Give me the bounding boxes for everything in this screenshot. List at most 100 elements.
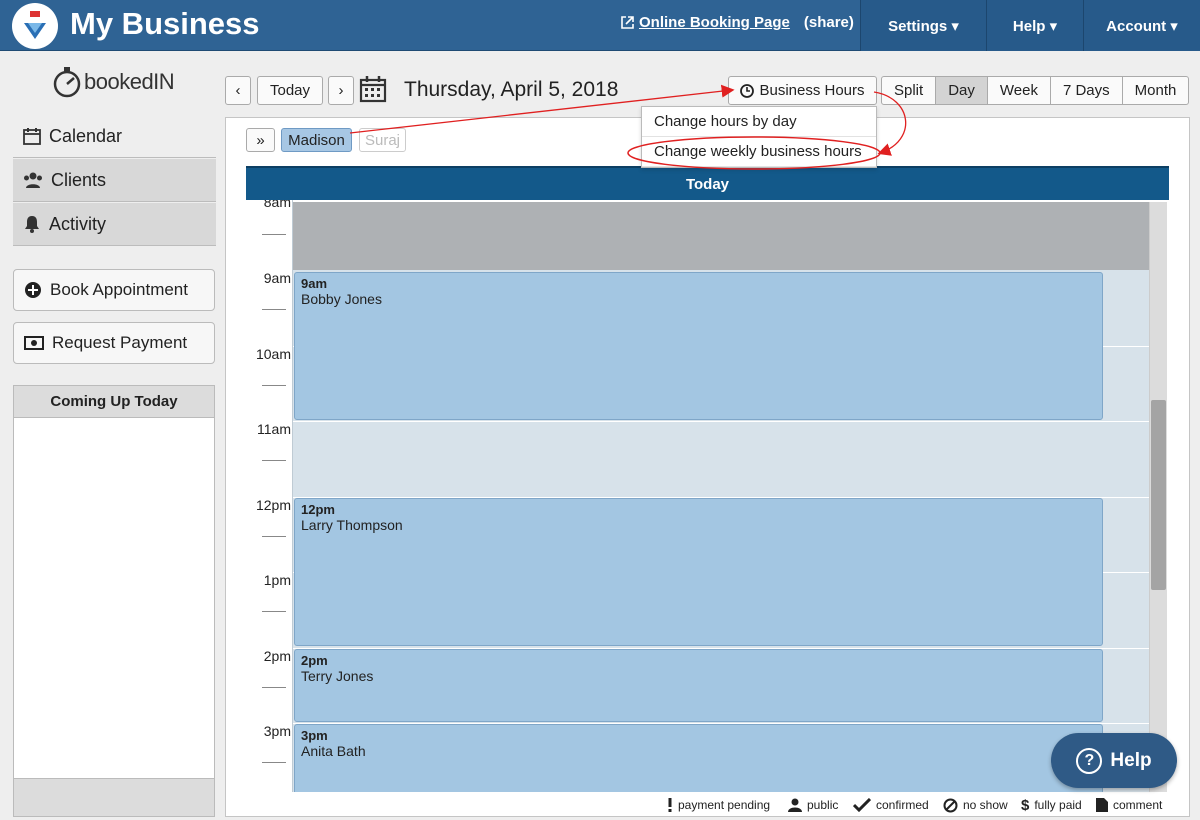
sidebar-item-clients[interactable]: Clients bbox=[13, 159, 216, 202]
person-icon bbox=[788, 798, 802, 812]
external-link-icon bbox=[621, 16, 634, 29]
appointment-time: 3pm bbox=[301, 728, 328, 743]
legend-label: payment pending bbox=[678, 798, 771, 812]
legend-fully-paid: $ fully paid bbox=[1021, 796, 1082, 814]
half-hour-tick bbox=[262, 611, 286, 612]
comment-icon bbox=[1096, 798, 1108, 812]
business-hours-button[interactable]: Business Hours bbox=[728, 76, 877, 105]
request-payment-label: Request Payment bbox=[52, 333, 188, 352]
scrollbar-thumb[interactable] bbox=[1151, 400, 1166, 590]
next-day-button[interactable]: › bbox=[328, 76, 354, 105]
calendar-icon bbox=[23, 128, 41, 145]
calendar-grid: 8am 9am 10am 11am 12pm 1pm 2pm 3pm 9am B… bbox=[246, 200, 1169, 792]
legend-public: public bbox=[788, 797, 838, 813]
view-week[interactable]: Week bbox=[988, 77, 1051, 104]
appointment-time: 12pm bbox=[301, 502, 335, 517]
calendar-column-header: Today bbox=[246, 166, 1169, 200]
sidebar-label-clients: Clients bbox=[51, 169, 107, 190]
calendar-scrollbar[interactable] bbox=[1149, 202, 1167, 792]
hour-label: 3pm bbox=[263, 723, 291, 739]
top-bar: My Business Online Booking Page (share) … bbox=[0, 0, 1200, 51]
question-icon: ? bbox=[1076, 747, 1103, 774]
hour-label: 11am bbox=[257, 421, 291, 437]
help-chat-label: Help bbox=[1110, 749, 1152, 771]
view-split[interactable]: Split bbox=[882, 77, 937, 104]
check-icon bbox=[853, 798, 871, 812]
hour-label: 1pm bbox=[263, 572, 291, 588]
expand-staff-button[interactable]: » bbox=[246, 128, 275, 152]
change-hours-by-day[interactable]: Change hours by day bbox=[642, 107, 876, 137]
change-weekly-business-hours[interactable]: Change weekly business hours bbox=[642, 137, 876, 167]
online-booking-link[interactable]: Online Booking Page bbox=[639, 14, 790, 31]
date-picker-icon[interactable] bbox=[359, 75, 387, 108]
sidebar-label-calendar: Calendar bbox=[49, 125, 123, 146]
help-menu[interactable]: Help ▾ bbox=[986, 0, 1083, 51]
half-hour-tick bbox=[262, 762, 286, 763]
legend-payment-pending: payment pending bbox=[667, 797, 770, 813]
coming-up-footer bbox=[14, 778, 214, 816]
today-button[interactable]: Today bbox=[257, 76, 323, 105]
legend-no-show: no show bbox=[943, 797, 1008, 813]
request-payment-button[interactable]: Request Payment bbox=[13, 322, 215, 364]
view-7-days[interactable]: 7 Days bbox=[1051, 77, 1123, 104]
business-logo[interactable] bbox=[12, 3, 58, 49]
appointment-client: Bobby Jones bbox=[301, 291, 382, 307]
current-date: Thursday, April 5, 2018 bbox=[404, 78, 619, 101]
account-menu[interactable]: Account ▾ bbox=[1083, 0, 1200, 51]
legend-comment: comment bbox=[1096, 797, 1162, 813]
appointment-anita-bath[interactable]: 3pm Anita Bath bbox=[294, 724, 1103, 792]
book-appointment-label: Book Appointment bbox=[50, 280, 188, 299]
dollar-icon: $ bbox=[1021, 796, 1030, 814]
half-hour-tick bbox=[262, 460, 286, 461]
coming-up-title: Coming Up Today bbox=[14, 386, 214, 418]
half-hour-tick bbox=[262, 309, 286, 310]
share-link[interactable]: (share) bbox=[804, 14, 854, 31]
bell-icon bbox=[25, 216, 39, 233]
users-icon bbox=[24, 172, 42, 188]
stopwatch-icon bbox=[53, 67, 81, 98]
money-icon bbox=[24, 336, 44, 350]
appointment-time: 2pm bbox=[301, 653, 328, 668]
hour-label: 2pm bbox=[263, 648, 291, 664]
online-booking-page: Online Booking Page (share) bbox=[620, 14, 854, 31]
hour-line bbox=[293, 421, 1149, 422]
half-hour-tick bbox=[262, 687, 286, 688]
plus-circle-icon bbox=[25, 282, 41, 298]
ban-icon bbox=[943, 798, 958, 812]
hour-label: 8am bbox=[263, 200, 291, 210]
bookedin-logo: bookedIN bbox=[52, 66, 175, 98]
closed-hours-block bbox=[293, 202, 1149, 270]
appointment-larry-thompson[interactable]: 12pm Larry Thompson bbox=[294, 498, 1103, 646]
business-hours-dropdown: Change hours by day Change weekly busine… bbox=[641, 106, 877, 168]
bookedin-brand: bookedIN bbox=[84, 69, 175, 94]
sidebar-item-calendar[interactable]: Calendar bbox=[13, 115, 216, 158]
staff-suraj[interactable]: Suraj bbox=[359, 128, 406, 152]
help-chat-button[interactable]: ? Help bbox=[1051, 733, 1177, 788]
half-hour-tick bbox=[262, 234, 286, 235]
appointment-time: 9am bbox=[301, 276, 328, 291]
exclamation-icon bbox=[668, 798, 672, 812]
prev-day-button[interactable]: ‹ bbox=[225, 76, 251, 105]
hour-label: 9am bbox=[263, 270, 291, 286]
hour-label: 10am bbox=[255, 346, 291, 362]
clock-icon bbox=[740, 83, 755, 98]
appointment-bobby-jones[interactable]: 9am Bobby Jones bbox=[294, 272, 1103, 420]
legend-label: fully paid bbox=[1034, 798, 1082, 812]
sidebar-label-activity: Activity bbox=[49, 213, 107, 234]
coming-up-panel: Coming Up Today bbox=[13, 385, 215, 817]
appointment-terry-jones[interactable]: 2pm Terry Jones bbox=[294, 649, 1103, 722]
legend-label: public bbox=[807, 798, 839, 812]
staff-madison[interactable]: Madison bbox=[281, 128, 352, 152]
view-month[interactable]: Month bbox=[1123, 77, 1189, 104]
appointment-client: Terry Jones bbox=[301, 668, 374, 684]
sidebar-item-activity[interactable]: Activity bbox=[13, 203, 216, 246]
book-appointment-button[interactable]: Book Appointment bbox=[13, 269, 215, 311]
view-switcher: Split Day Week 7 Days Month bbox=[881, 76, 1190, 105]
legend-confirmed: confirmed bbox=[853, 797, 929, 813]
view-day[interactable]: Day bbox=[936, 77, 988, 104]
business-title: My Business bbox=[70, 6, 260, 41]
legend-label: no show bbox=[963, 798, 1008, 812]
appointment-client: Anita Bath bbox=[301, 743, 366, 759]
appointment-client: Larry Thompson bbox=[301, 517, 403, 533]
settings-menu[interactable]: Settings ▾ bbox=[860, 0, 986, 51]
